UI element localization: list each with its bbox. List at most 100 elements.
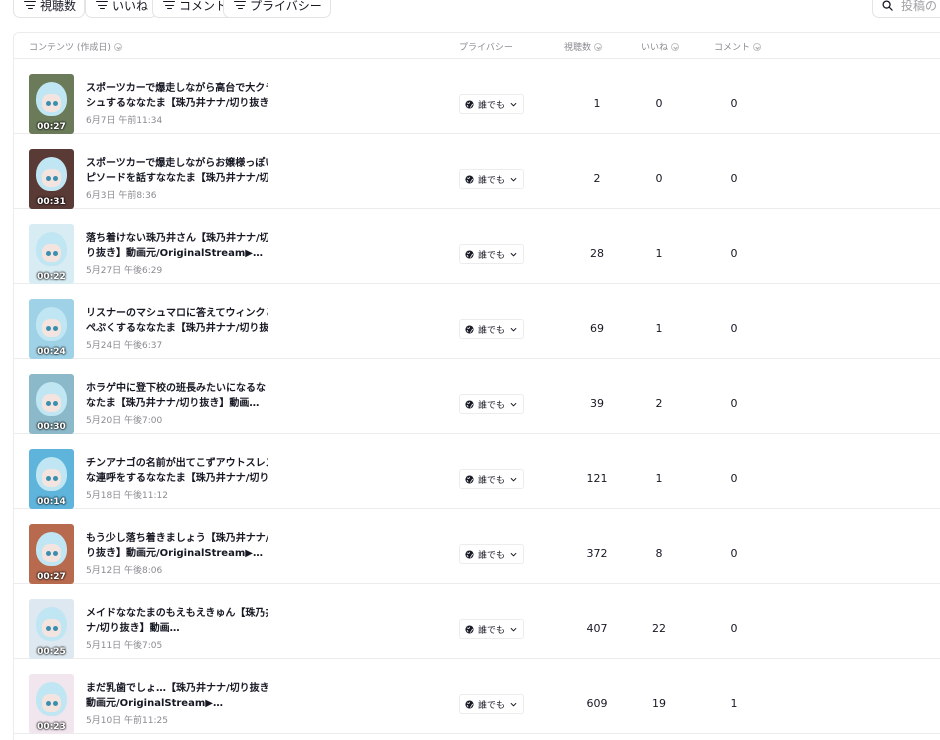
chevron-down-icon bbox=[510, 702, 517, 707]
globe-icon bbox=[465, 399, 474, 409]
video-thumbnail[interactable]: 00:31 bbox=[29, 149, 74, 209]
likes-count: 2 bbox=[655, 397, 663, 410]
views-count: 39 bbox=[590, 397, 604, 410]
video-title[interactable]: リスナーのマシュマロに答えてウィンクとほっ ぺぷくするななたま【珠乃井ナナ/切り… bbox=[86, 306, 268, 336]
filter-icon bbox=[96, 0, 108, 10]
views-count: 69 bbox=[590, 322, 604, 335]
table-row[interactable]: 00:23 まだ乳歯でしょ…【珠乃井ナナ/切り抜き】 動画元/OriginalS… bbox=[14, 659, 940, 734]
video-date: 6月3日 午前8:36 bbox=[86, 191, 157, 201]
likes-count: 0 bbox=[655, 97, 663, 110]
privacy-dropdown[interactable]: 誰でも bbox=[459, 394, 525, 414]
video-title[interactable]: スポーツカーで爆走しながらお嬢様っぽいエ ピソードを話すななたま【珠乃井ナナ/切… bbox=[86, 156, 268, 186]
filter-icon bbox=[163, 0, 175, 10]
globe-icon bbox=[465, 174, 474, 184]
video-title[interactable]: スポーツカーで爆走しながら高台で大クラッ シュするななたま【珠乃井ナナ/切り抜き… bbox=[86, 81, 268, 111]
table-row[interactable]: 00:27 スポーツカーで爆走しながら高台で大クラッ シュするななたま【珠乃井ナ… bbox=[14, 59, 940, 134]
video-duration: 00:27 bbox=[37, 572, 66, 582]
chevron-down-icon bbox=[510, 552, 517, 557]
video-date: 5月11日 午後7:05 bbox=[86, 641, 163, 651]
sort-icon bbox=[594, 42, 603, 51]
video-duration: 00:30 bbox=[37, 422, 66, 432]
table-row[interactable]: 00:27 もう少し落ち着きましょう【珠乃井ナナ/切 り抜き】動画元/Origi… bbox=[14, 509, 940, 584]
video-thumbnail[interactable]: 00:24 bbox=[29, 299, 74, 359]
views-count: 2 bbox=[593, 172, 601, 185]
video-date: 5月27日 午後6:29 bbox=[86, 266, 163, 276]
header-likes[interactable]: いいね bbox=[641, 40, 680, 53]
views-count: 28 bbox=[590, 247, 604, 260]
video-duration: 00:27 bbox=[37, 122, 66, 132]
filter-privacy-button[interactable]: プライバシー bbox=[223, 0, 331, 18]
video-duration: 00:14 bbox=[37, 497, 66, 507]
globe-icon bbox=[465, 699, 474, 709]
globe-icon bbox=[465, 99, 474, 109]
video-title[interactable]: 落ち着けない珠乃井さん【珠乃井ナナ/切 り抜き】動画元/OriginalStre… bbox=[86, 231, 268, 261]
table-row[interactable]: 00:25 メイドななたまのもえもえきゅん【珠乃井ナ ナ/切り抜き】動画… 5月… bbox=[14, 584, 940, 659]
chevron-down-icon bbox=[510, 102, 517, 107]
video-thumbnail[interactable]: 00:23 bbox=[29, 674, 74, 734]
privacy-dropdown[interactable]: 誰でも bbox=[459, 619, 525, 639]
sort-icon bbox=[671, 42, 680, 51]
video-title[interactable]: もう少し落ち着きましょう【珠乃井ナナ/切 り抜き】動画元/OriginalStr… bbox=[86, 531, 268, 561]
header-content[interactable]: コンテンツ (作成日) bbox=[29, 40, 122, 53]
header-comments[interactable]: コメント bbox=[714, 40, 762, 53]
video-thumbnail[interactable]: 00:30 bbox=[29, 374, 74, 434]
likes-count: 1 bbox=[655, 247, 663, 260]
video-thumbnail[interactable]: 00:27 bbox=[29, 524, 74, 584]
views-count: 121 bbox=[586, 472, 608, 485]
video-thumbnail[interactable]: 00:25 bbox=[29, 599, 74, 659]
chevron-down-icon bbox=[510, 402, 517, 407]
video-duration: 00:22 bbox=[37, 272, 66, 282]
chevron-down-icon bbox=[510, 252, 517, 257]
video-duration: 00:23 bbox=[37, 722, 66, 732]
globe-icon bbox=[465, 624, 474, 634]
likes-count: 0 bbox=[655, 172, 663, 185]
table-row[interactable]: 00:22 落ち着けない珠乃井さん【珠乃井ナナ/切 り抜き】動画元/Origin… bbox=[14, 209, 940, 284]
privacy-dropdown[interactable]: 誰でも bbox=[459, 94, 525, 114]
table-row[interactable]: 00:24 リスナーのマシュマロに答えてウィンクとほっ ぺぷくするななたま【珠乃… bbox=[14, 284, 940, 359]
comments-count: 0 bbox=[730, 622, 738, 635]
comments-count: 0 bbox=[730, 547, 738, 560]
video-title[interactable]: チンアナゴの名前が出てこずアウトスレスレ な連呼をするななたま【珠乃井ナナ/切り… bbox=[86, 456, 268, 486]
table-row[interactable]: 00:31 スポーツカーで爆走しながらお嬢様っぽいエ ピソードを話すななたま【珠… bbox=[14, 134, 940, 209]
privacy-dropdown[interactable]: 誰でも bbox=[459, 319, 525, 339]
video-title[interactable]: まだ乳歯でしょ…【珠乃井ナナ/切り抜き】 動画元/OriginalStream▶… bbox=[86, 681, 268, 711]
privacy-dropdown[interactable]: 誰でも bbox=[459, 694, 525, 714]
likes-count: 1 bbox=[655, 472, 663, 485]
video-date: 6月7日 午前11:34 bbox=[86, 116, 163, 126]
likes-count: 1 bbox=[655, 322, 663, 335]
filter-views-button[interactable]: 視聴数 bbox=[13, 0, 86, 18]
content-table: コンテンツ (作成日) プライバシー 視聴数 いいね コメント 00:27 スポ… bbox=[13, 32, 940, 740]
search-icon bbox=[882, 0, 893, 11]
privacy-dropdown[interactable]: 誰でも bbox=[459, 244, 525, 264]
globe-icon bbox=[465, 474, 474, 484]
comments-count: 0 bbox=[730, 397, 738, 410]
filter-icon bbox=[234, 0, 246, 10]
chevron-down-icon bbox=[510, 327, 517, 332]
filter-likes-button[interactable]: いいね bbox=[85, 0, 158, 18]
privacy-dropdown[interactable]: 誰でも bbox=[459, 469, 525, 489]
table-row[interactable]: 00:14 チンアナゴの名前が出てこずアウトスレスレ な連呼をするななたま【珠乃… bbox=[14, 434, 940, 509]
views-count: 407 bbox=[586, 622, 608, 635]
video-date: 5月18日 午後11:12 bbox=[86, 491, 168, 501]
search-input[interactable]: 投稿の bbox=[872, 0, 940, 18]
privacy-dropdown[interactable]: 誰でも bbox=[459, 169, 525, 189]
views-count: 1 bbox=[593, 97, 601, 110]
video-date: 5月10日 午前11:25 bbox=[86, 716, 168, 726]
chevron-down-icon bbox=[510, 477, 517, 482]
filter-icon bbox=[24, 0, 36, 10]
comments-count: 0 bbox=[730, 247, 738, 260]
likes-count: 19 bbox=[652, 697, 666, 710]
privacy-dropdown[interactable]: 誰でも bbox=[459, 544, 525, 564]
video-thumbnail[interactable]: 00:27 bbox=[29, 74, 74, 134]
video-thumbnail[interactable]: 00:22 bbox=[29, 224, 74, 284]
video-duration: 00:25 bbox=[37, 647, 66, 657]
video-thumbnail[interactable]: 00:14 bbox=[29, 449, 74, 509]
video-title[interactable]: メイドななたまのもえもえきゅん【珠乃井ナ ナ/切り抜き】動画… bbox=[86, 606, 268, 636]
table-row[interactable]: 00:30 ホラゲ中に登下校の班長みたいになるな なたま【珠乃井ナナ/切り抜き】… bbox=[14, 359, 940, 434]
video-date: 5月12日 午後8:06 bbox=[86, 566, 163, 576]
views-count: 609 bbox=[586, 697, 608, 710]
header-views[interactable]: 視聴数 bbox=[564, 40, 603, 53]
comments-count: 1 bbox=[730, 697, 738, 710]
video-title[interactable]: ホラゲ中に登下校の班長みたいになるな なたま【珠乃井ナナ/切り抜き】動画… bbox=[86, 381, 268, 411]
views-count: 372 bbox=[586, 547, 608, 560]
